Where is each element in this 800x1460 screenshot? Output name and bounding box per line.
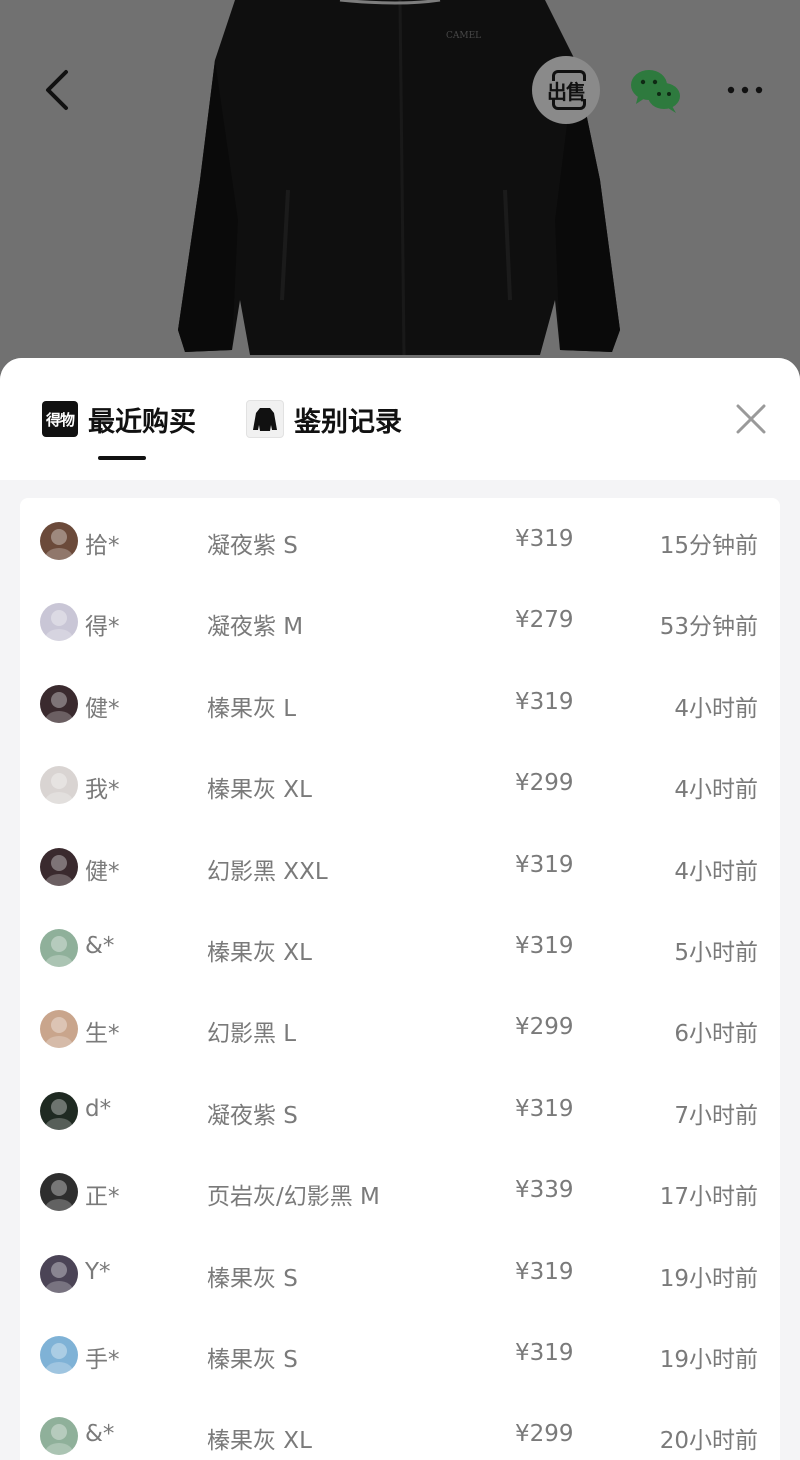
product-spec: 榛果灰 S xyxy=(207,1265,298,1292)
purchase-time: 4小时前 xyxy=(674,858,758,885)
close-button[interactable] xyxy=(734,402,768,436)
purchase-time: 19小时前 xyxy=(659,1265,758,1292)
table-row[interactable]: &* 榛果灰 XL ¥299 20小时前 xyxy=(20,1415,780,1460)
price: ¥319 xyxy=(515,1258,574,1285)
buyer-name: d* xyxy=(85,1095,112,1122)
purchase-time: 20小时前 xyxy=(659,1428,758,1455)
purchase-time: 19小时前 xyxy=(659,1347,758,1373)
buyer-name: 我* xyxy=(85,777,120,804)
table-row[interactable]: &* 榛果灰 XL ¥319 5小时前 xyxy=(20,927,780,1008)
buyer-name: 健* xyxy=(85,858,120,885)
records-sheet: 得物 最近购买 鉴别记录 拾* 凝夜紫 S ¥319 15分钟前得* 凝夜紫 M ¥279… xyxy=(0,358,800,1460)
avatar[interactable] xyxy=(40,1417,78,1456)
buyer-name: Y* xyxy=(85,1258,111,1285)
table-row[interactable]: d* 凝夜紫 S ¥319 7小时前 xyxy=(20,1090,780,1171)
price: ¥319 xyxy=(515,1095,574,1122)
price: ¥319 xyxy=(515,526,574,552)
jacket-thumb-icon xyxy=(246,400,284,438)
tab-authentication-records[interactable]: 鉴别记录 xyxy=(246,398,402,440)
purchase-time: 53分钟前 xyxy=(659,614,758,641)
buyer-name: &* xyxy=(85,933,115,959)
product-image: CAMEL 出售 xyxy=(0,0,800,400)
back-button[interactable] xyxy=(40,64,80,114)
avatar[interactable] xyxy=(40,603,78,642)
buyer-name: 手* xyxy=(85,1347,120,1373)
price: ¥319 xyxy=(515,688,574,715)
purchase-time: 7小时前 xyxy=(674,1102,758,1129)
more-button[interactable] xyxy=(724,78,766,102)
back-arrow-icon xyxy=(46,70,68,110)
table-row[interactable]: 生* 幻影黑 L ¥299 6小时前 xyxy=(20,1008,780,1089)
purchase-time: 5小时前 xyxy=(674,940,758,966)
product-spec: 凝夜紫 M xyxy=(207,614,304,641)
buyer-name: 得* xyxy=(85,614,120,641)
avatar[interactable] xyxy=(40,1173,78,1212)
more-dots-icon xyxy=(727,86,763,94)
price: ¥299 xyxy=(515,1014,574,1041)
sell-icon xyxy=(552,70,586,81)
close-icon xyxy=(736,404,766,434)
price: ¥319 xyxy=(515,933,574,959)
sell-button[interactable]: 出售 xyxy=(532,56,600,124)
wechat-share-button[interactable] xyxy=(630,68,682,114)
active-tab-indicator xyxy=(98,456,146,460)
avatar[interactable] xyxy=(40,1010,78,1049)
table-row[interactable]: 健* 榛果灰 L ¥319 4小时前 xyxy=(20,683,780,764)
purchase-records-list: 拾* 凝夜紫 S ¥319 15分钟前得* 凝夜紫 M ¥279 53分钟前健* 榛果灰 L ¥… xyxy=(20,498,780,1460)
price: ¥319 xyxy=(515,1340,574,1366)
tab-label: 最近购买 xyxy=(88,406,196,438)
avatar[interactable] xyxy=(40,1336,78,1374)
price: ¥279 xyxy=(515,607,574,634)
price: ¥299 xyxy=(515,770,574,797)
avatar[interactable] xyxy=(40,847,78,886)
product-spec: 榛果灰 L xyxy=(207,695,297,722)
price: ¥339 xyxy=(515,1177,574,1204)
avatar[interactable] xyxy=(40,1091,78,1130)
price: ¥299 xyxy=(515,1421,574,1448)
dewu-logo-icon: 得物 xyxy=(42,401,78,437)
avatar[interactable] xyxy=(40,522,78,560)
purchase-time: 4小时前 xyxy=(674,777,758,804)
buyer-name: 生* xyxy=(85,1021,120,1048)
table-row[interactable]: 手* 榛果灰 S ¥319 19小时前 xyxy=(20,1334,780,1415)
buyer-name: 健* xyxy=(85,695,120,722)
table-row[interactable]: 我* 榛果灰 XL ¥299 4小时前 xyxy=(20,764,780,845)
avatar[interactable] xyxy=(40,929,78,967)
purchase-time: 6小时前 xyxy=(674,1021,758,1048)
product-spec: 榛果灰 XL xyxy=(207,777,312,804)
product-spec: 榛果灰 XL xyxy=(207,940,312,966)
avatar[interactable] xyxy=(40,1254,78,1293)
avatar[interactable] xyxy=(40,684,78,723)
purchase-time: 4小时前 xyxy=(674,695,758,722)
product-spec: 页岩灰/幻影黑 M xyxy=(207,1184,380,1211)
sheet-header: 得物 最近购买 鉴别记录 xyxy=(0,358,800,480)
table-row[interactable]: 正* 页岩灰/幻影黑 M ¥339 17小时前 xyxy=(20,1171,780,1252)
tab-label: 鉴别记录 xyxy=(294,406,402,438)
table-row[interactable]: Y* 榛果灰 S ¥319 19小时前 xyxy=(20,1253,780,1334)
tab-recent-purchases[interactable]: 得物 最近购买 xyxy=(42,398,196,440)
table-row[interactable]: 得* 凝夜紫 M ¥279 53分钟前 xyxy=(20,601,780,682)
purchase-time: 15分钟前 xyxy=(659,533,758,559)
product-spec: 榛果灰 S xyxy=(207,1347,298,1373)
avatar[interactable] xyxy=(40,766,78,805)
product-spec: 榛果灰 XL xyxy=(207,1428,312,1455)
buyer-name: &* xyxy=(85,1421,115,1448)
price: ¥319 xyxy=(515,851,574,878)
table-row[interactable]: 拾* 凝夜紫 S ¥319 15分钟前 xyxy=(20,520,780,601)
product-spec: 幻影黑 XXL xyxy=(207,858,328,885)
purchase-time: 17小时前 xyxy=(659,1184,758,1211)
wechat-icon xyxy=(631,70,680,113)
buyer-name: 正* xyxy=(85,1184,120,1211)
buyer-name: 拾* xyxy=(85,533,120,559)
dim-overlay xyxy=(0,0,800,400)
product-spec: 凝夜紫 S xyxy=(207,1102,298,1129)
product-spec: 幻影黑 L xyxy=(207,1021,297,1048)
product-spec: 凝夜紫 S xyxy=(207,533,298,559)
table-row[interactable]: 健* 幻影黑 XXL ¥319 4小时前 xyxy=(20,846,780,927)
